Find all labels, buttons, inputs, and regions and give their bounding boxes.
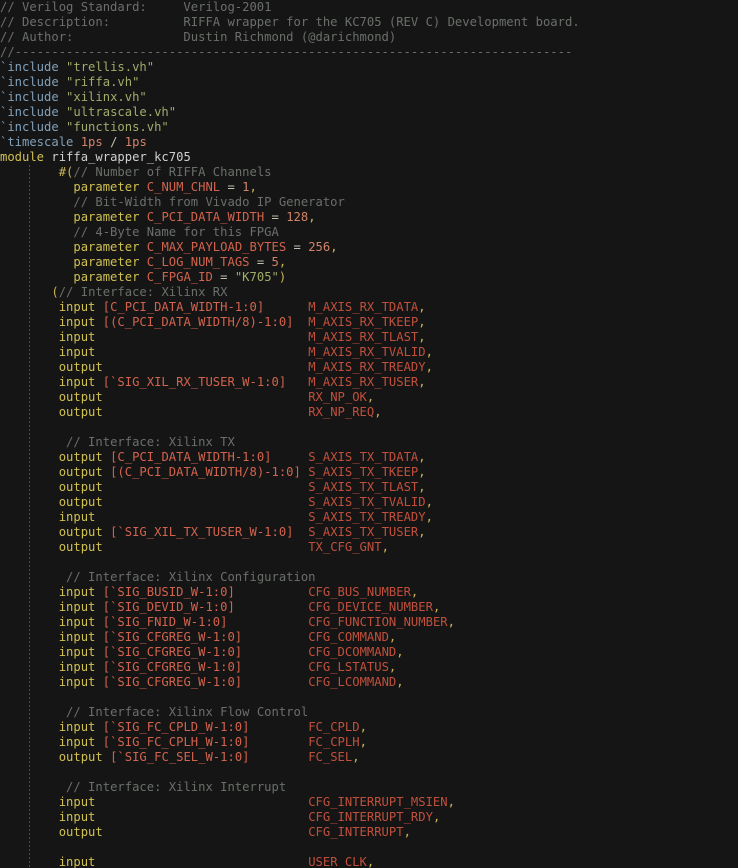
port-declaration: input [`SIG_BUSID_W-1:0] CFG_BUS_NUMBER, <box>58 585 419 599</box>
source-code[interactable]: // Verilog Standard: Verilog-2001// Desc… <box>0 0 580 868</box>
port-declaration: output S_AXIS_TX_TVALID, <box>58 495 433 509</box>
code-editor[interactable]: // Verilog Standard: Verilog-2001// Desc… <box>0 0 738 868</box>
timescale-directive: `timescale 1ps / 1ps <box>0 135 147 149</box>
port-declaration: output [(C_PCI_DATA_WIDTH/8)-1:0] S_AXIS… <box>58 465 426 479</box>
port-declaration: input M_AXIS_RX_TLAST, <box>58 330 426 344</box>
port-section-comment: // Interface: Xilinx Flow Control <box>66 705 309 719</box>
port-section-comment: // Interface: Xilinx TX <box>66 435 235 449</box>
parameter-declaration: parameter C_LOG_NUM_TAGS = 5, <box>73 255 287 269</box>
port-declaration: output S_AXIS_TX_TLAST, <box>58 480 426 494</box>
header-comment-line: // Author: Dustin Richmond (@darichmond) <box>0 30 397 44</box>
port-declaration: input [`SIG_DEVID_W-1:0] CFG_DEVICE_NUMB… <box>58 600 441 614</box>
port-declaration: input [C_PCI_DATA_WIDTH-1:0] M_AXIS_RX_T… <box>58 300 426 314</box>
port-declaration: output [C_PCI_DATA_WIDTH-1:0] S_AXIS_TX_… <box>58 450 426 464</box>
port-declaration: output TX_CFG_GNT, <box>58 540 389 554</box>
parameter-declaration: parameter C_FPGA_ID = "K705") <box>73 270 287 284</box>
parameter-declaration: parameter C_NUM_CHNL = 1, <box>73 180 257 194</box>
port-declaration: output [`SIG_FC_SEL_W-1:0] FC_SEL, <box>58 750 360 764</box>
header-comment-line: // Description: RIFFA wrapper for the KC… <box>0 15 580 29</box>
port-declaration: output RX_NP_OK, <box>58 390 375 404</box>
port-section-comment: // Interface: Xilinx Configuration <box>66 570 316 584</box>
port-declaration: input [`SIG_CFGREG_W-1:0] CFG_COMMAND, <box>58 630 397 644</box>
parameter-comment: // Bit-Width from Vivado IP Generator <box>73 195 345 209</box>
include-directive: `include "functions.vh" <box>0 120 169 134</box>
port-declaration: input M_AXIS_RX_TVALID, <box>58 345 433 359</box>
port-declaration: output RX_NP_REQ, <box>58 405 382 419</box>
parameter-comment: // 4-Byte Name for this FPGA <box>73 225 279 239</box>
port-declaration: input [`SIG_FNID_W-1:0] CFG_FUNCTION_NUM… <box>58 615 455 629</box>
module-declaration: module riffa_wrapper_kc705 <box>0 150 191 164</box>
port-declaration: input CFG_INTERRUPT_MSIEN, <box>58 795 455 809</box>
port-section-comment: (// Interface: Xilinx RX <box>51 285 228 299</box>
header-comment-line: //--------------------------------------… <box>0 45 573 59</box>
include-directive: `include "riffa.vh" <box>0 75 140 89</box>
port-declaration: input [`SIG_FC_CPLD_W-1:0] FC_CPLD, <box>58 720 367 734</box>
port-section-comment: // Interface: Xilinx Interrupt <box>66 780 287 794</box>
parameter-declaration: parameter C_PCI_DATA_WIDTH = 128, <box>73 210 316 224</box>
header-comment-line: // Verilog Standard: Verilog-2001 <box>0 0 272 14</box>
port-declaration: input CFG_INTERRUPT_RDY, <box>58 810 441 824</box>
port-declaration: input [`SIG_CFGREG_W-1:0] CFG_LCOMMAND, <box>58 675 404 689</box>
include-directive: `include "xilinx.vh" <box>0 90 147 104</box>
port-declaration: output [`SIG_XIL_TX_TUSER_W-1:0] S_AXIS_… <box>58 525 426 539</box>
port-declaration: input [`SIG_XIL_RX_TUSER_W-1:0] M_AXIS_R… <box>58 375 426 389</box>
port-declaration: input [`SIG_FC_CPLH_W-1:0] FC_CPLH, <box>58 735 367 749</box>
port-declaration: input S_AXIS_TX_TREADY, <box>58 510 433 524</box>
port-declaration: output CFG_INTERRUPT, <box>58 825 411 839</box>
parameter-declaration: parameter C_MAX_PAYLOAD_BYTES = 256, <box>73 240 338 254</box>
include-directive: `include "ultrascale.vh" <box>0 105 177 119</box>
port-declaration: input [`SIG_CFGREG_W-1:0] CFG_DCOMMAND, <box>58 645 404 659</box>
port-declaration: output M_AXIS_RX_TREADY, <box>58 360 433 374</box>
port-declaration: input USER_CLK, <box>58 855 375 868</box>
port-declaration: input [(C_PCI_DATA_WIDTH/8)-1:0] M_AXIS_… <box>58 315 426 329</box>
include-directive: `include "trellis.vh" <box>0 60 155 74</box>
parameter-list-open: #(// Number of RIFFA Channels <box>58 165 272 179</box>
port-declaration: input [`SIG_CFGREG_W-1:0] CFG_LSTATUS, <box>58 660 397 674</box>
